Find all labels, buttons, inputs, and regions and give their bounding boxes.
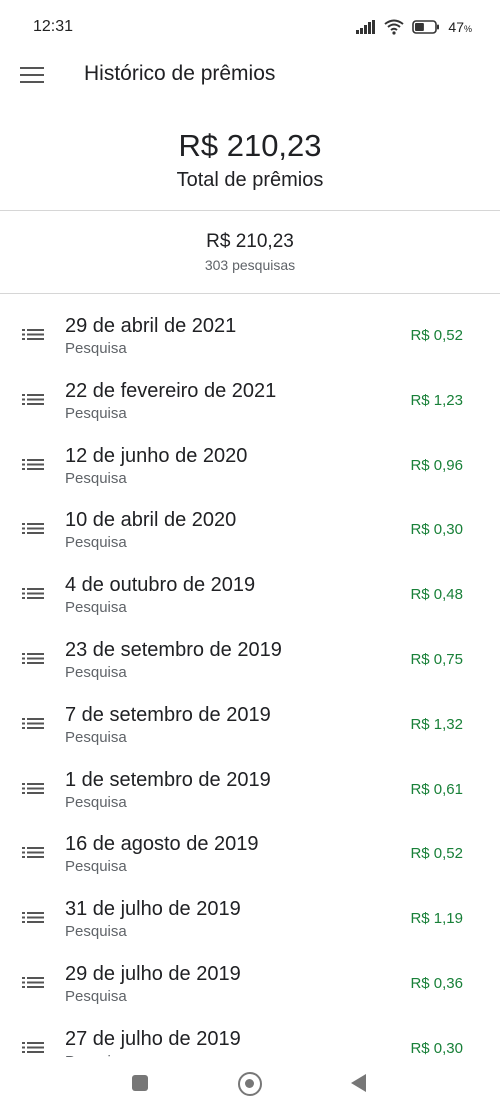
page-title: Histórico de prêmios bbox=[84, 62, 276, 85]
triangle-back-icon[interactable] bbox=[351, 1074, 366, 1092]
hamburger-menu-icon bbox=[20, 67, 44, 83]
history-row[interactable]: 29 de abril de 2021 Pesquisa R$ 0,52 bbox=[0, 303, 500, 368]
status-icons: 47% bbox=[356, 17, 472, 37]
signal-icon bbox=[356, 20, 376, 34]
total-summary: R$ 210,23 Total de prêmios bbox=[0, 120, 500, 191]
list-icon bbox=[22, 458, 44, 470]
list-icon bbox=[22, 976, 44, 988]
row-type: Pesquisa bbox=[65, 340, 127, 357]
row-amount: R$ 0,36 bbox=[410, 974, 463, 992]
history-row[interactable]: 12 de junho de 2020 Pesquisa R$ 0,96 bbox=[0, 433, 500, 498]
system-nav-bar bbox=[0, 1057, 500, 1111]
status-bar: 12:31 47% bbox=[0, 0, 500, 52]
wifi-icon bbox=[384, 19, 405, 35]
row-amount: R$ 1,19 bbox=[410, 910, 463, 928]
history-row[interactable]: 22 de fevereiro de 2021 Pesquisa R$ 1,23 bbox=[0, 368, 500, 433]
row-amount: R$ 0,48 bbox=[410, 586, 463, 604]
list-icon bbox=[22, 588, 44, 600]
history-row[interactable]: 4 de outubro de 2019 Pesquisa R$ 0,48 bbox=[0, 562, 500, 627]
row-date: 23 de setembro de 2019 bbox=[65, 638, 282, 661]
row-type: Pesquisa bbox=[65, 404, 127, 422]
history-row[interactable]: 10 de abril de 2020 Pesquisa R$ 0,30 bbox=[0, 497, 500, 562]
home-dot bbox=[245, 1079, 254, 1088]
row-date: 29 de abril de 2021 bbox=[65, 315, 237, 337]
battery-icon bbox=[412, 20, 440, 34]
row-amount: R$ 0,30 bbox=[410, 521, 463, 539]
app-bar: Histórico de prêmios bbox=[0, 52, 500, 98]
history-row[interactable]: 16 de agosto de 2019 Pesquisa R$ 0,52 bbox=[0, 821, 500, 886]
total-amount: R$ 210,23 bbox=[178, 128, 322, 163]
history-list[interactable]: 29 de abril de 2021 Pesquisa R$ 0,52 22 de … bbox=[0, 303, 500, 1057]
row-type: Pesquisa bbox=[65, 923, 127, 941]
list-icon bbox=[22, 782, 44, 794]
row-type: Pesquisa bbox=[65, 534, 127, 552]
divider bbox=[0, 293, 500, 294]
history-row[interactable]: 27 de julho de 2019PesquisaR$ 0,30 bbox=[0, 1016, 500, 1057]
row-type: Pesquisa bbox=[65, 469, 127, 487]
row-date: 4 de outubro de 2019 bbox=[65, 574, 256, 597]
status-time: 12:31 bbox=[33, 18, 74, 35]
row-date: 7 de setembro de 2019 bbox=[65, 703, 271, 726]
row-date: 27 de julho de 2019 bbox=[65, 1027, 241, 1050]
history-row[interactable]: 29 de julho de 2019 Pesquisa R$ 0,36 bbox=[0, 951, 500, 1016]
list-icon bbox=[22, 1041, 44, 1053]
row-type: Pesquisa bbox=[65, 663, 127, 681]
divider bbox=[0, 210, 500, 211]
row-amount: R$ 0,61 bbox=[410, 780, 463, 798]
row-amount: R$ 0,96 bbox=[410, 456, 463, 474]
sub-summary[interactable]: R$ 210,23 303 pesquisas bbox=[0, 228, 500, 274]
history-row[interactable]: 31 de julho de 2019 Pesquisa R$ 1,19 bbox=[0, 886, 500, 951]
row-amount: R$ 1,32 bbox=[410, 715, 463, 733]
row-date: 16 de agosto de 2019 bbox=[65, 833, 259, 856]
list-icon bbox=[22, 652, 44, 664]
row-type: Pesquisa bbox=[65, 793, 127, 811]
history-row[interactable]: 23 de setembro de 2019 Pesquisa R$ 0,75 bbox=[0, 627, 500, 692]
sub-summary-amount: R$ 210,23 bbox=[206, 231, 294, 252]
row-type: Pesquisa bbox=[65, 599, 127, 617]
battery-percent: 47% bbox=[448, 19, 472, 35]
row-date: 31 de julho de 2019 bbox=[65, 898, 241, 921]
list-icon bbox=[22, 393, 44, 405]
row-type: Pesquisa bbox=[65, 858, 127, 876]
list-icon bbox=[22, 523, 44, 535]
row-date: 29 de julho de 2019 bbox=[65, 962, 241, 985]
menu-button[interactable] bbox=[18, 62, 46, 88]
row-amount: R$ 0,75 bbox=[410, 650, 463, 668]
row-date: 12 de junho de 2020 bbox=[65, 444, 248, 467]
row-date: 1 de setembro de 2019 bbox=[65, 768, 271, 791]
row-amount: R$ 0,52 bbox=[410, 327, 463, 344]
sub-summary-count: 303 pesquisas bbox=[204, 257, 296, 273]
row-date: 10 de abril de 2020 bbox=[65, 509, 237, 532]
circle-home-icon[interactable] bbox=[238, 1072, 262, 1096]
row-date: 22 de fevereiro de 2021 bbox=[65, 379, 277, 402]
list-icon bbox=[22, 912, 44, 924]
row-type: Pesquisa bbox=[65, 987, 127, 1005]
list-icon bbox=[22, 329, 44, 340]
row-type: Pesquisa bbox=[65, 728, 127, 746]
total-label: Total de prêmios bbox=[176, 169, 324, 191]
list-icon bbox=[22, 847, 44, 859]
list-icon bbox=[22, 717, 44, 729]
square-recents-icon[interactable] bbox=[132, 1075, 148, 1091]
row-amount: R$ 0,52 bbox=[410, 845, 463, 863]
row-amount: R$ 1,23 bbox=[410, 391, 463, 409]
history-row[interactable]: 1 de setembro de 2019 Pesquisa R$ 0,61 bbox=[0, 757, 500, 822]
row-amount: R$ 0,30 bbox=[410, 1039, 463, 1057]
history-row[interactable]: 7 de setembro de 2019 Pesquisa R$ 1,32 bbox=[0, 692, 500, 757]
